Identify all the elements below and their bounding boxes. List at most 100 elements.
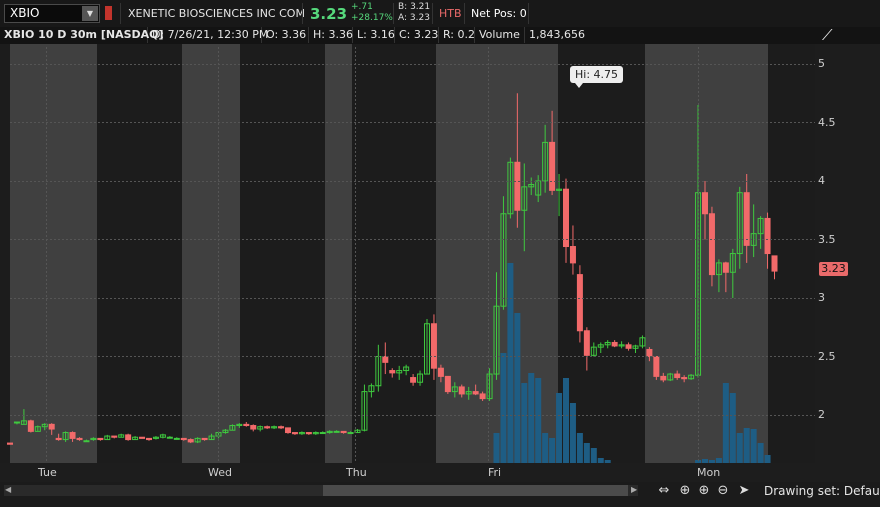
grid-line <box>10 64 815 65</box>
candle-body <box>437 367 444 377</box>
candle-body <box>472 391 479 395</box>
price-chart <box>0 44 815 463</box>
x-tick-label: Tue <box>38 466 57 479</box>
grid-line <box>10 415 815 416</box>
candle-body <box>201 437 208 441</box>
candle-body <box>430 323 437 369</box>
candle-body <box>48 423 55 430</box>
candle-body <box>250 425 257 430</box>
candle-body <box>708 213 715 276</box>
volume-bar <box>569 403 576 463</box>
drawing-set[interactable]: Drawing set: Default <box>764 484 880 498</box>
candle-body <box>722 262 729 273</box>
volume-bar <box>535 378 542 463</box>
volume-bar <box>757 443 764 463</box>
volume-bar <box>715 458 722 463</box>
candle-body <box>285 427 291 434</box>
volume-bar <box>604 460 611 463</box>
scroll-left-icon[interactable]: ◀ <box>5 485 11 494</box>
volume-bar <box>528 373 535 463</box>
candle-body <box>319 432 326 435</box>
grid-line <box>46 47 47 463</box>
volume-bar <box>493 433 500 463</box>
volume-bar <box>521 383 528 463</box>
candle-body <box>653 356 660 377</box>
volume-bar <box>542 433 549 463</box>
candle-body <box>55 437 62 441</box>
candle-body <box>444 375 451 393</box>
high-marker: Hi: 4.75 <box>570 66 624 88</box>
x-tick-label: Wed <box>208 466 232 479</box>
volume-bar <box>556 393 563 463</box>
candle-body <box>514 161 521 211</box>
candle-body <box>139 436 146 439</box>
session-band <box>10 44 97 463</box>
grid-line <box>698 47 699 463</box>
volume-bar <box>507 263 514 463</box>
candle-body <box>340 430 347 434</box>
volume-bar <box>576 433 583 463</box>
candle-body <box>69 432 76 439</box>
candle-body <box>410 377 417 383</box>
scrollbar-thumb[interactable] <box>323 485 628 496</box>
y-tick-label: 3 <box>818 291 825 304</box>
volume-bar <box>597 458 604 463</box>
scroll-right-icon[interactable]: ▶ <box>631 485 637 494</box>
candle-body <box>611 341 618 347</box>
expand-horizontal-icon[interactable]: ⇔ <box>656 483 672 499</box>
y-tick-label: 4.5 <box>818 115 836 129</box>
candle-body <box>583 330 590 356</box>
candle-body <box>764 217 771 255</box>
candle-body <box>660 375 667 381</box>
session-band <box>645 44 768 463</box>
volume-bar <box>583 443 590 463</box>
grid-line <box>488 47 489 463</box>
candle-body <box>76 437 83 441</box>
candle-body <box>173 437 180 440</box>
candle-body <box>681 377 688 380</box>
zoom-out-icon[interactable]: ⊖ <box>715 483 731 499</box>
y-tick-label: 5 <box>818 57 825 70</box>
candle-body <box>333 430 340 433</box>
candle-body <box>702 192 708 215</box>
session-band <box>240 44 325 463</box>
volume-bar <box>514 313 521 463</box>
session-band <box>182 44 240 463</box>
candle-body <box>347 432 354 435</box>
candle-body <box>243 423 250 427</box>
crosshair-icon[interactable]: ⊕ <box>677 483 693 499</box>
candle-body <box>187 439 194 443</box>
cursor-icon[interactable]: ➤ <box>736 483 752 499</box>
candle-body <box>180 437 187 441</box>
y-tick-label: 3.5 <box>818 232 836 246</box>
candle-body <box>382 356 389 363</box>
candle-body <box>146 437 152 441</box>
candle-body <box>625 344 632 349</box>
volume-bar <box>563 378 569 463</box>
x-tick-label: Mon <box>697 466 721 479</box>
candle-body <box>479 393 486 400</box>
x-tick-label: Fri <box>488 466 502 479</box>
volume-bar <box>729 393 736 463</box>
zoom-in-icon[interactable]: ⊕ <box>696 483 712 499</box>
candle-body <box>83 440 90 443</box>
volume-bar <box>764 455 771 463</box>
grid-line <box>218 47 219 463</box>
y-tick-label: 2 <box>818 408 825 421</box>
candle-body <box>389 370 396 374</box>
candle-body <box>7 442 13 445</box>
session-band <box>768 44 815 463</box>
grid-line <box>10 298 815 299</box>
y-tick-label: 2.5 <box>818 349 836 363</box>
volume-bar <box>702 459 708 463</box>
candle-body <box>166 436 173 439</box>
session-band <box>325 44 352 463</box>
candle-body <box>27 420 34 432</box>
volume-bar <box>750 429 757 463</box>
candle-body <box>291 432 298 435</box>
candle-body <box>264 426 271 429</box>
candle-body <box>674 373 681 379</box>
volume-bar <box>549 438 556 463</box>
volume-bar <box>743 428 750 463</box>
volume-bar <box>736 433 743 463</box>
